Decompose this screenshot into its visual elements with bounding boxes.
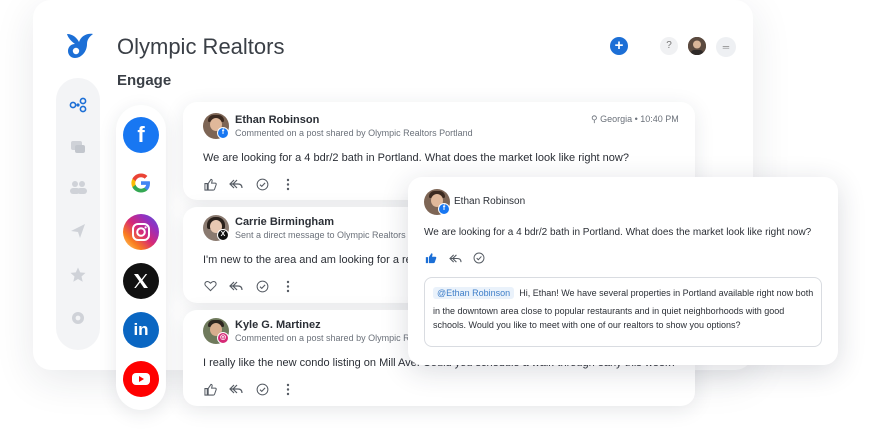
like-filled-icon[interactable] bbox=[424, 251, 438, 265]
post-location-time: ⚲ Georgia • 10:40 PM bbox=[591, 114, 679, 124]
reply-text-line: in the downtown area close to popular re… bbox=[433, 306, 785, 316]
x-glyph bbox=[134, 274, 148, 288]
post-author: Kyle G. Martinez bbox=[235, 319, 321, 331]
app-title: Olympic Realtors bbox=[117, 34, 285, 59]
menu-button[interactable]: ═ bbox=[716, 37, 736, 57]
post-actions bbox=[203, 177, 295, 191]
check-circle-icon[interactable] bbox=[255, 279, 269, 293]
reply-input[interactable]: @Ethan Robinson Hi, Ethan! We have sever… bbox=[424, 277, 822, 347]
reply-icon[interactable] bbox=[229, 279, 243, 293]
sidebar-item-engage[interactable] bbox=[68, 96, 88, 116]
youtube-glyph bbox=[132, 373, 150, 385]
question-icon: ? bbox=[666, 40, 672, 51]
more-options-icon[interactable] bbox=[281, 279, 295, 293]
like-icon[interactable] bbox=[203, 177, 217, 191]
x-icon[interactable] bbox=[123, 263, 159, 299]
mention-tag: @Ethan Robinson bbox=[433, 287, 515, 299]
reply-text-line: @Ethan Robinson Hi, Ethan! We have sever… bbox=[433, 287, 813, 299]
reply-panel-author: Ethan Robinson bbox=[454, 196, 526, 207]
check-circle-icon[interactable] bbox=[255, 177, 269, 191]
user-avatar[interactable] bbox=[688, 37, 706, 55]
sidebar-item-reviews[interactable] bbox=[68, 266, 88, 286]
instagram-badge-icon: ◎ bbox=[217, 332, 229, 344]
social-channel-list: f in bbox=[116, 105, 166, 410]
google-icon[interactable] bbox=[123, 165, 159, 201]
like-icon[interactable] bbox=[203, 382, 217, 396]
stage: Olympic Realtors Engage + ? ═ f in f Eth… bbox=[0, 0, 872, 441]
post-actions bbox=[203, 382, 295, 396]
instagram-glyph bbox=[132, 223, 150, 241]
linkedin-icon[interactable]: in bbox=[123, 312, 159, 348]
page-title: Engage bbox=[117, 72, 172, 89]
reply-text-line: schools. Would you like to meet with one… bbox=[433, 320, 741, 330]
reply-panel-actions bbox=[424, 251, 486, 265]
facebook-badge-icon: f bbox=[438, 203, 450, 215]
facebook-badge-icon: f bbox=[217, 127, 229, 139]
engage-icon bbox=[69, 97, 87, 113]
more-options-icon[interactable] bbox=[281, 382, 295, 396]
reply-icon[interactable] bbox=[229, 382, 243, 396]
post-subline: Sent a direct message to Olympic Realtor… bbox=[235, 230, 430, 240]
post-author: Ethan Robinson bbox=[235, 114, 320, 126]
messages-icon bbox=[71, 141, 85, 153]
google-logo bbox=[131, 173, 150, 193]
reply-icon[interactable] bbox=[448, 251, 462, 265]
post-author: Carrie Birmingham bbox=[235, 216, 335, 228]
help-button[interactable]: ? bbox=[660, 37, 678, 55]
post-actions bbox=[203, 279, 295, 293]
reply-panel-body: We are looking for a 4 bdr/2 bath in Por… bbox=[424, 227, 812, 238]
menu-icon: ═ bbox=[722, 42, 730, 52]
check-circle-icon[interactable] bbox=[472, 251, 486, 265]
sidebar-item-people[interactable] bbox=[68, 178, 88, 198]
add-button[interactable]: + bbox=[610, 37, 628, 55]
x-badge-icon: X bbox=[217, 229, 229, 241]
post-subline: Commented on a post shared by Olympic Re… bbox=[235, 333, 430, 343]
sidebar-item-messages[interactable] bbox=[68, 138, 88, 158]
instagram-icon[interactable] bbox=[123, 214, 159, 250]
check-circle-icon[interactable] bbox=[255, 382, 269, 396]
reply-panel: f Ethan Robinson We are looking for a 4 … bbox=[408, 177, 838, 365]
sidebar bbox=[56, 78, 100, 350]
youtube-icon[interactable] bbox=[123, 361, 159, 397]
heart-icon[interactable] bbox=[203, 279, 217, 293]
star-icon bbox=[70, 267, 86, 282]
reply-icon[interactable] bbox=[229, 177, 243, 191]
facebook-icon[interactable]: f bbox=[123, 117, 159, 153]
post-subline: Commented on a post shared by Olympic Re… bbox=[235, 128, 473, 138]
sidebar-item-publish[interactable] bbox=[68, 222, 88, 242]
send-icon bbox=[71, 224, 85, 238]
avatar-image bbox=[688, 37, 706, 55]
sidebar-item-settings[interactable] bbox=[68, 310, 88, 330]
settings-icon bbox=[72, 312, 84, 324]
people-icon bbox=[70, 181, 87, 194]
reply-text: Hi, Ethan! We have several properties in… bbox=[519, 288, 814, 298]
post-body: We are looking for a 4 bdr/2 bath in Por… bbox=[203, 152, 629, 164]
bird-logo-icon[interactable] bbox=[63, 28, 97, 62]
more-options-icon[interactable] bbox=[281, 177, 295, 191]
